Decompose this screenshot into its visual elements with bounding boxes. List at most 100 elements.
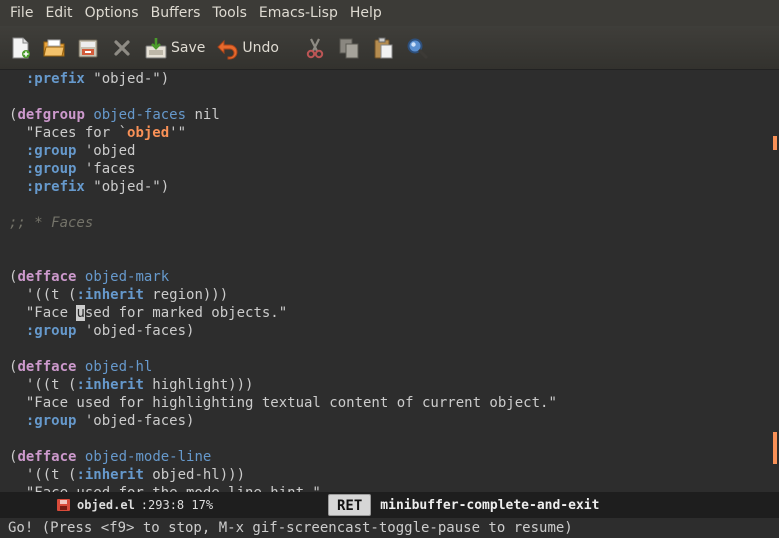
menu-file[interactable]: File	[4, 0, 39, 26]
menu-emacs-lisp[interactable]: Emacs-Lisp	[253, 0, 344, 26]
code-token: ;; * Faces	[9, 215, 94, 231]
paste-icon	[371, 36, 395, 60]
code-token: '((t (	[9, 467, 77, 483]
open-file-button[interactable]	[42, 31, 66, 65]
code-token: objed-hl)))	[143, 467, 246, 483]
new-file-button[interactable]	[8, 31, 32, 65]
search-button[interactable]	[405, 31, 429, 65]
dired-icon	[76, 36, 100, 60]
code-token: objed-faces	[93, 107, 187, 123]
fringe-marker	[773, 136, 777, 150]
search-icon	[405, 36, 429, 60]
fringe-marker	[773, 432, 777, 464]
tool-bar: Save Undo	[0, 26, 779, 70]
code-line: ;; * Faces	[0, 214, 770, 232]
new-file-icon	[8, 36, 32, 60]
code-token: 'faces	[76, 161, 136, 177]
text-cursor: u	[76, 305, 85, 321]
code-token: :group	[25, 143, 77, 159]
editor-buffer[interactable]: :prefix "objed-") (defgroup objed-faces …	[0, 70, 770, 492]
code-token: defface	[17, 359, 77, 375]
code-line: (defface objed-mode-line	[0, 448, 770, 466]
code-token: :inherit	[76, 287, 144, 303]
dired-button[interactable]	[76, 31, 100, 65]
save-button[interactable]: Save	[144, 31, 205, 65]
code-token: defgroup	[17, 107, 85, 123]
right-fringe	[770, 70, 779, 492]
code-line: (defface objed-mark	[0, 268, 770, 286]
code-line: "Faces for `objed'"	[0, 124, 770, 142]
code-line: :prefix "objed-")	[0, 178, 770, 196]
cursor-position: :293:8 17%	[140, 498, 214, 512]
copy-icon	[337, 36, 361, 60]
menu-tools[interactable]: Tools	[206, 0, 253, 26]
code-token: 'objed-faces)	[76, 413, 195, 429]
copy-button[interactable]	[337, 31, 361, 65]
echo-area[interactable]: Go! (Press <f9> to stop, M-x gif-screenc…	[0, 518, 779, 538]
code-token: "objed-")	[84, 71, 170, 87]
which-key-hint: RET minibuffer-complete-and-exit	[328, 493, 599, 517]
code-line: '((t (:inherit region)))	[0, 286, 770, 304]
code-token: '"	[169, 125, 187, 141]
undo-label: Undo	[242, 39, 279, 56]
code-token: sed for marked objects."	[84, 305, 288, 321]
code-line: (defface objed-hl	[0, 358, 770, 376]
code-token: :prefix	[25, 179, 85, 195]
code-token: "Face	[9, 305, 77, 321]
open-folder-icon	[42, 36, 66, 60]
code-token: 'objed-faces)	[76, 323, 195, 339]
code-line: '((t (:inherit highlight)))	[0, 376, 770, 394]
code-line: '((t (:inherit objed-hl)))	[0, 466, 770, 484]
menu-bar: File Edit Options Buffers Tools Emacs-Lisp Hel…	[0, 0, 779, 26]
code-token: :prefix	[25, 71, 85, 87]
buffer-name[interactable]: objed.el	[77, 498, 135, 512]
code-token: objed	[127, 125, 170, 141]
code-line: (defgroup objed-faces nil	[0, 106, 770, 124]
paste-button[interactable]	[371, 31, 395, 65]
menu-options[interactable]: Options	[79, 0, 145, 26]
code-token: defface	[17, 269, 77, 285]
code-line: "Face used for marked objects."	[0, 304, 770, 322]
code-token: objed-hl	[84, 359, 153, 375]
code-line: :group 'objed-faces)	[0, 322, 770, 340]
code-token: region)))	[143, 287, 229, 303]
code-token: "Face used for highlighting textual cont…	[9, 395, 557, 411]
undo-arrow-icon	[215, 36, 239, 60]
menu-help[interactable]: Help	[344, 0, 388, 26]
code-token: "Face used for the mode line hint."	[9, 485, 321, 492]
code-token: 'objed	[76, 143, 136, 159]
code-token: :group	[25, 413, 77, 429]
code-line: :group 'objed-faces)	[0, 412, 770, 430]
menu-buffers[interactable]: Buffers	[145, 0, 207, 26]
code-token: :group	[25, 161, 77, 177]
cut-icon	[303, 36, 327, 60]
save-icon	[144, 36, 168, 60]
undo-button[interactable]: Undo	[215, 31, 279, 65]
code-line: :prefix "objed-")	[0, 70, 770, 88]
close-buffer-button[interactable]	[110, 31, 134, 65]
code-token: "Faces for `	[9, 125, 128, 141]
mode-line: objed.el :293:8 17% RET minibuffer-compl…	[0, 492, 779, 518]
code-line: "Face used for the mode line hint."	[0, 484, 770, 492]
code-line: :group 'objed	[0, 142, 770, 160]
code-token: highlight)))	[143, 377, 254, 393]
key-label: RET	[328, 494, 372, 516]
code-token: "objed-")	[84, 179, 170, 195]
code-token: :inherit	[76, 467, 144, 483]
code-token: defface	[17, 449, 77, 465]
code-token: nil	[186, 107, 220, 123]
menu-edit[interactable]: Edit	[39, 0, 78, 26]
cut-button[interactable]	[303, 31, 327, 65]
code-token: objed-mode-line	[84, 449, 212, 465]
